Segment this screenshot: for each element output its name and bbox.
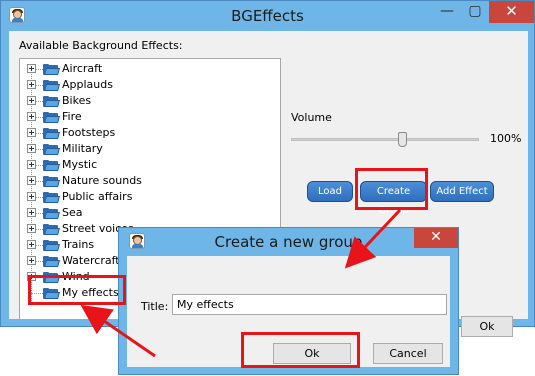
arrow-to-dialog bbox=[344, 208, 402, 269]
arrow-to-my-effects bbox=[80, 304, 156, 358]
annotation-arrows bbox=[80, 208, 402, 358]
